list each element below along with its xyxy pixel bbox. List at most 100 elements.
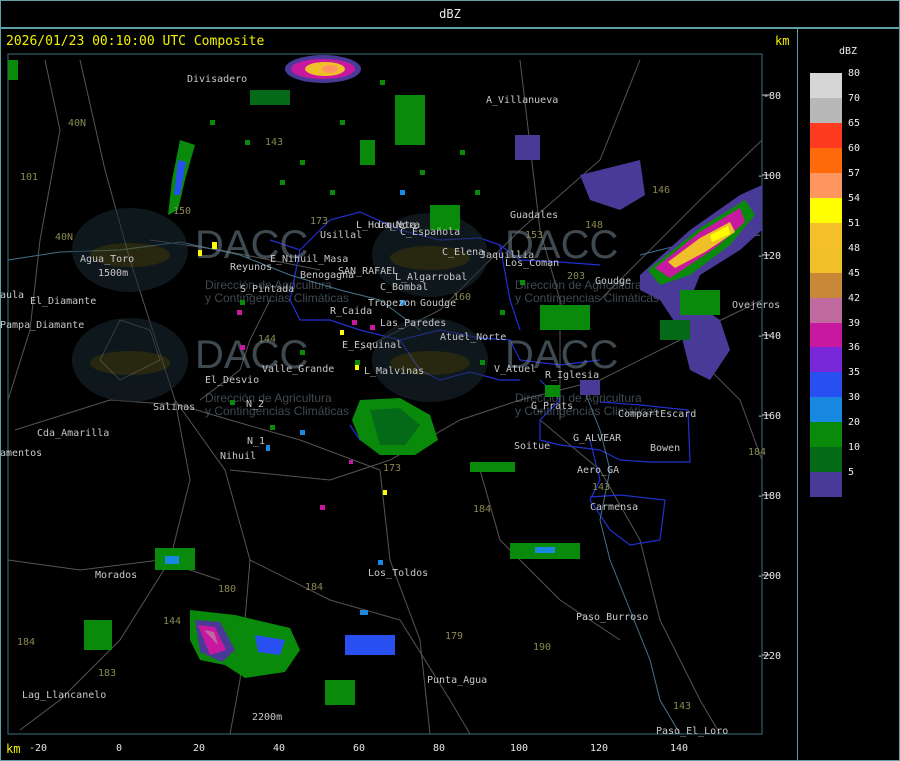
route-label: 160: [453, 292, 471, 303]
place-label: Goudge: [595, 276, 631, 287]
km-unit-label-top: km: [775, 34, 790, 48]
place-label: Usillal: [320, 230, 362, 241]
place-label: G_ALVEAR: [573, 433, 622, 444]
place-label: 2200m: [252, 712, 282, 723]
place-label: Ovejeros: [732, 300, 780, 311]
legend-title: dBZ: [839, 46, 858, 57]
y-tick-label: -220: [757, 651, 781, 662]
y-tick-label: -100: [757, 171, 781, 182]
place-label: SAN_RAFAEL: [338, 266, 398, 277]
legend-swatch: [810, 222, 842, 248]
legend-swatch: [810, 73, 842, 98]
route-label: 184: [473, 504, 491, 515]
timestamp-label: 2026/01/23 00:10:00 UTC Composite: [6, 34, 265, 49]
route-label: 153: [525, 230, 543, 241]
watermark-sub-3b: y Contingencias Climáticas: [205, 404, 349, 418]
place-label: Los_Toldos: [368, 568, 428, 579]
place-label: A_Villanueva: [486, 95, 558, 106]
legend-swatch: [810, 147, 842, 173]
place-label: L_Malvinas: [364, 366, 424, 377]
place-label: El_Desvio: [205, 375, 259, 386]
route-label: 190: [533, 642, 551, 653]
legend-label: 57: [848, 167, 861, 179]
legend-swatch: [810, 272, 842, 298]
route-label: 184: [305, 582, 323, 593]
place-label: amentos: [0, 448, 42, 459]
x-tick-label: 20: [193, 743, 205, 754]
place-label: Los_Coman: [505, 258, 559, 269]
legend-label: 42: [848, 292, 861, 304]
legend-label: 5: [848, 467, 855, 479]
legend-swatch: [810, 247, 842, 273]
legend-label: 39: [848, 317, 861, 329]
route-label: 143: [673, 701, 691, 712]
x-tick-label: 80: [433, 743, 445, 754]
place-label: Soitue: [514, 441, 550, 452]
legend-label: 30: [848, 392, 861, 404]
legend-swatch: [810, 422, 842, 448]
legend-swatch: [810, 297, 842, 323]
legend-label: 51: [848, 217, 861, 229]
legend-label: 48: [848, 242, 861, 254]
place-label: Reyunos: [230, 262, 272, 273]
legend-swatch: [810, 347, 842, 373]
plot-area: DACC DACC DACC DACC Dirección de Agricul…: [0, 53, 781, 754]
place-label: Las_Paredes: [380, 318, 446, 329]
place-label: E_Nihuil_Masa: [270, 254, 348, 265]
place-label: V_Atuel: [494, 364, 536, 375]
place-label: R_Iglesia: [545, 370, 599, 381]
legend-label: 45: [848, 267, 861, 279]
route-label: 150: [173, 206, 191, 217]
place-label: C_Bombal: [380, 282, 428, 293]
place-label: Tropezon: [368, 298, 416, 309]
place-label: Nihuil: [220, 451, 256, 462]
y-tick-label: -180: [757, 491, 781, 502]
x-tick-label: 100: [510, 743, 528, 754]
place-label: Agua_Toro: [80, 254, 134, 265]
route-label: 143: [592, 482, 610, 493]
route-label: 184: [17, 637, 35, 648]
legend-label: 65: [848, 117, 861, 129]
place-label: Carmensa: [590, 502, 638, 513]
legend-label: 10: [848, 442, 861, 454]
x-tick-label: 0: [116, 743, 122, 754]
legend-label: 36: [848, 342, 861, 354]
place-label: Cda_Amarilla: [37, 428, 109, 439]
place-label: El_Diamante: [30, 296, 96, 307]
place-label: R_Caida: [330, 306, 372, 317]
place-label: Bowen: [650, 443, 680, 454]
x-tick-label: 40: [273, 743, 285, 754]
route-label: 101: [20, 172, 38, 183]
x-tick-label: 140: [670, 743, 688, 754]
x-tick-label: -20: [29, 743, 47, 754]
x-axis: -20 0 20 40 60 80 100 120 140: [29, 743, 688, 754]
x-tick-label: 120: [590, 743, 608, 754]
place-label: G_Prats: [531, 401, 573, 412]
place-label: Valle_Grande: [262, 364, 334, 375]
place-label: E_Esquinal: [342, 340, 402, 351]
place-label: Paso_El_Loro: [656, 726, 728, 737]
legend-label: 35: [848, 367, 861, 379]
place-label: Divisadero: [187, 74, 247, 85]
legend-label: 20: [848, 417, 861, 429]
legend-swatch: [810, 472, 842, 498]
place-label: N_1: [247, 436, 265, 447]
place-label: Pampa_Diamante: [0, 320, 84, 331]
place-label: Morados: [95, 570, 137, 581]
place-label: La_Nora: [378, 220, 420, 231]
y-tick-label: -80: [763, 91, 781, 102]
place-label: Guadales: [510, 210, 558, 221]
place-label: CompartEscard: [618, 409, 696, 420]
legend-label: 60: [848, 142, 861, 154]
legend-swatch: [810, 397, 842, 423]
place-label: Atuel_Norte: [440, 332, 506, 343]
y-tick-label: -200: [757, 571, 781, 582]
place-label: 1500m: [98, 268, 128, 279]
place-label: Aero_GA: [577, 465, 619, 476]
place-label: Lag_Llancanelo: [22, 690, 106, 701]
route-label: 146: [652, 185, 670, 196]
radar-map[interactable]: DACC DACC DACC DACC Dirección de Agricul…: [0, 0, 900, 761]
route-label: 184: [748, 447, 766, 458]
legend-swatch: [810, 172, 842, 198]
route-label: 173: [310, 216, 328, 227]
